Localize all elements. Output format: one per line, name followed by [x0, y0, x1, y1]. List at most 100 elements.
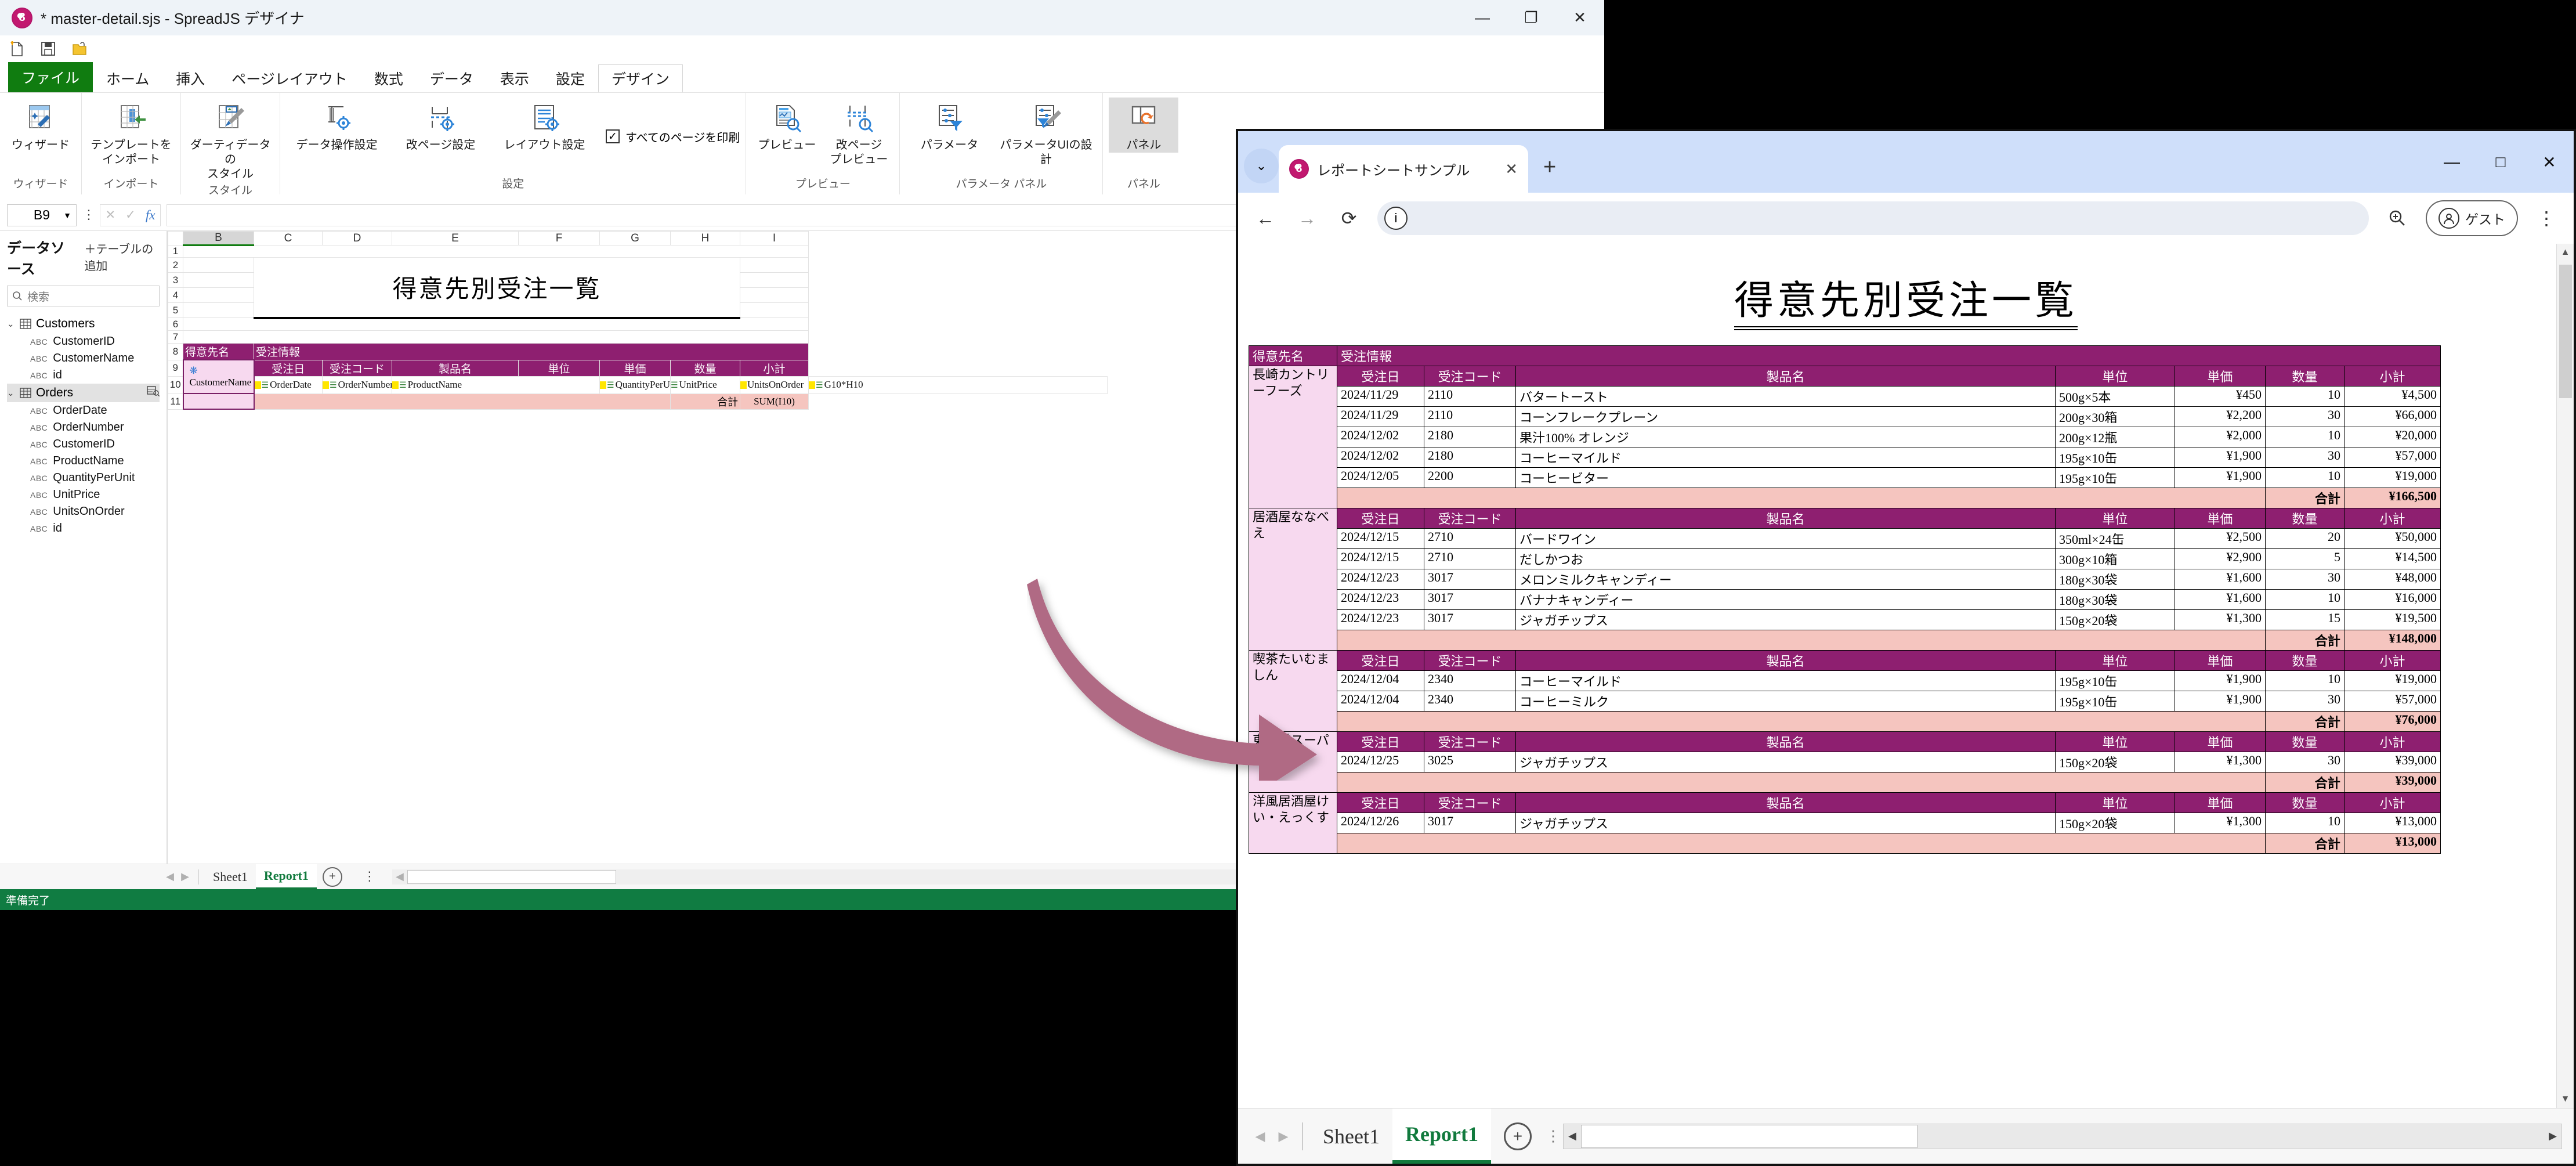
row-header[interactable]: 8 [168, 343, 183, 360]
prev-sheet-icon[interactable]: ◀ [1249, 1129, 1272, 1144]
grid-cell[interactable] [183, 287, 254, 303]
add-table-button[interactable]: ＋テーブルの追加 [84, 240, 160, 273]
row-header[interactable]: 9 [168, 359, 183, 377]
back-button[interactable]: ← [1252, 205, 1279, 232]
detail-field-cell[interactable]: ☰ UnitPrice [670, 376, 740, 394]
column-header-H[interactable]: H [670, 231, 740, 246]
tab-search-icon[interactable]: ⌄ [1244, 149, 1279, 183]
row-header[interactable]: 7 [168, 330, 183, 344]
grid-cell[interactable] [740, 272, 809, 288]
report-vertical-scrollbar[interactable]: ▲ ▼ [2556, 244, 2574, 1108]
cancel-formula-icon[interactable]: ✕ [106, 208, 116, 222]
row-header[interactable]: 6 [168, 317, 183, 331]
scroll-up-icon[interactable]: ▲ [2557, 244, 2574, 261]
ribbon-tab-file[interactable]: ファイル [8, 62, 93, 92]
browser-close-button[interactable]: ✕ [2525, 131, 2574, 193]
open-folder-icon[interactable] [70, 39, 89, 59]
designer-sheet-tab-report1[interactable]: Report1 [255, 864, 317, 890]
add-sheet-button[interactable]: + [1503, 1122, 1532, 1150]
add-sheet-button[interactable]: + [322, 867, 342, 887]
browser-minimize-button[interactable]: — [2427, 131, 2476, 193]
scroll-right-icon[interactable]: ▶ [2544, 1130, 2561, 1142]
profile-button[interactable]: ゲスト [2426, 200, 2518, 236]
name-box[interactable]: B9 ▼ [7, 204, 77, 226]
report-sheet-tab-sheet1[interactable]: Sheet1 [1310, 1109, 1392, 1164]
ribbon-tab-insert[interactable]: 挿入 [162, 64, 218, 92]
grid-cell[interactable] [183, 330, 809, 344]
import-template-button[interactable]: テンプレートを インポート [88, 98, 175, 167]
save-icon[interactable] [38, 39, 58, 59]
designer-maximize-button[interactable]: ❐ [1507, 0, 1555, 35]
detail-field-cell[interactable]: UnitsOnOrder [740, 376, 809, 394]
column-header-F[interactable]: F [518, 231, 600, 246]
row-header[interactable]: 2 [168, 257, 183, 273]
row-header[interactable]: 10 [168, 376, 183, 394]
ribbon-tab-home[interactable]: ホーム [93, 64, 162, 92]
template-col-header[interactable]: 数量 [670, 359, 740, 377]
grid-cell[interactable] [183, 302, 254, 318]
forward-button[interactable]: → [1294, 205, 1320, 232]
browser-tab[interactable]: 8 レポートシートサンプル ✕ [1279, 145, 1528, 193]
sheet-tabs-more-icon[interactable]: ⋮ [363, 870, 376, 883]
reload-button[interactable]: ⟳ [1336, 205, 1362, 232]
formula-bar-more-icon[interactable]: ⋮ [82, 208, 95, 221]
report-horizontal-scrollbar[interactable]: ◀ ▶ [1562, 1123, 2562, 1149]
site-info-icon[interactable]: i [1384, 207, 1408, 230]
scroll-down-icon[interactable]: ▼ [2557, 1091, 2574, 1108]
parameter-button[interactable]: パラメータ [906, 98, 993, 153]
close-tab-icon[interactable]: ✕ [1505, 160, 1518, 178]
master-field-cell[interactable]: ❋ CustomerName [182, 359, 255, 394]
report-title-cell[interactable]: 得意先別受注一覧 [254, 257, 740, 319]
zoom-icon[interactable] [2384, 205, 2411, 232]
new-file-icon[interactable] [7, 39, 27, 59]
confirm-formula-icon[interactable]: ✓ [125, 208, 136, 222]
datasource-field[interactable]: ABC CustomerID [7, 436, 160, 453]
grid-cell[interactable] [182, 393, 255, 410]
sheet-tabs-more-icon[interactable]: ⋮ [1546, 1128, 1561, 1144]
data-operation-settings-button[interactable]: データ操作設定 [286, 98, 388, 153]
scroll-left-icon[interactable]: ◀ [1564, 1130, 1581, 1142]
table-inspect-icon[interactable] [147, 386, 160, 400]
detail-field-cell[interactable]: ☰ G10*H10 [808, 376, 1108, 394]
column-header-D[interactable]: D [322, 231, 392, 246]
template-col-header[interactable]: 小計 [740, 359, 809, 377]
row-header[interactable]: 5 [168, 302, 183, 318]
column-header-C[interactable]: C [254, 231, 323, 246]
row-header[interactable]: 4 [168, 287, 183, 303]
datasource-field[interactable]: ABC OrderDate [7, 402, 160, 419]
template-col-header[interactable]: 製品名 [392, 359, 519, 377]
designer-minimize-button[interactable]: — [1458, 0, 1507, 35]
datasource-field[interactable]: ABC OrderNumber [7, 419, 160, 436]
address-bar[interactable]: i [1377, 201, 2369, 235]
datasource-field[interactable]: ABC CustomerName [7, 350, 160, 367]
column-header-B[interactable]: B [183, 231, 254, 246]
scrollbar-thumb[interactable] [407, 869, 616, 884]
detail-field-cell[interactable]: ☰ OrderDate [254, 376, 323, 394]
template-col-header[interactable]: 受注日 [254, 359, 323, 377]
datasource-field[interactable]: ABC UnitPrice [7, 486, 160, 503]
column-header-I[interactable]: I [740, 231, 809, 246]
datasource-search-input[interactable]: 検索 [7, 286, 160, 306]
detail-field-cell[interactable]: ☰QuantityPerUnit [599, 376, 671, 394]
grid-cell[interactable] [740, 302, 809, 318]
grid-corner[interactable] [168, 231, 183, 246]
grid-cell[interactable] [183, 317, 809, 331]
detail-field-cell[interactable]: ☰ OrderNumber [322, 376, 392, 394]
parameter-ui-design-button[interactable]: パラメータUIの設計 [995, 98, 1097, 167]
panel-toggle-button[interactable]: パネル [1109, 98, 1179, 153]
ribbon-tab-design[interactable]: デザイン [598, 64, 683, 92]
datasource-field[interactable]: ABC CustomerID [7, 333, 160, 350]
layout-settings-button[interactable]: レイアウト設定 [494, 98, 595, 153]
designer-sheet-tab-sheet1[interactable]: Sheet1 [205, 864, 256, 890]
template-total-formula[interactable]: SUM(I10) [740, 393, 809, 410]
horizontal-scrollbar-thumb[interactable] [1580, 1124, 1917, 1148]
ribbon-tab-view[interactable]: 表示 [487, 64, 542, 92]
new-tab-button[interactable]: + [1543, 155, 1556, 180]
ribbon-tab-page-layout[interactable]: ページレイアウト [218, 64, 361, 92]
next-sheet-icon[interactable]: ▶ [1272, 1129, 1295, 1144]
dirty-data-style-button[interactable]: ダーティデータの スタイル [187, 98, 274, 182]
report-sheet-tab-report1[interactable]: Report1 [1392, 1108, 1491, 1164]
detail-field-cell[interactable]: ☰ ProductName [392, 376, 600, 394]
template-col-header[interactable]: 単価 [599, 359, 671, 377]
datasource-field[interactable]: ABC id [7, 367, 160, 384]
